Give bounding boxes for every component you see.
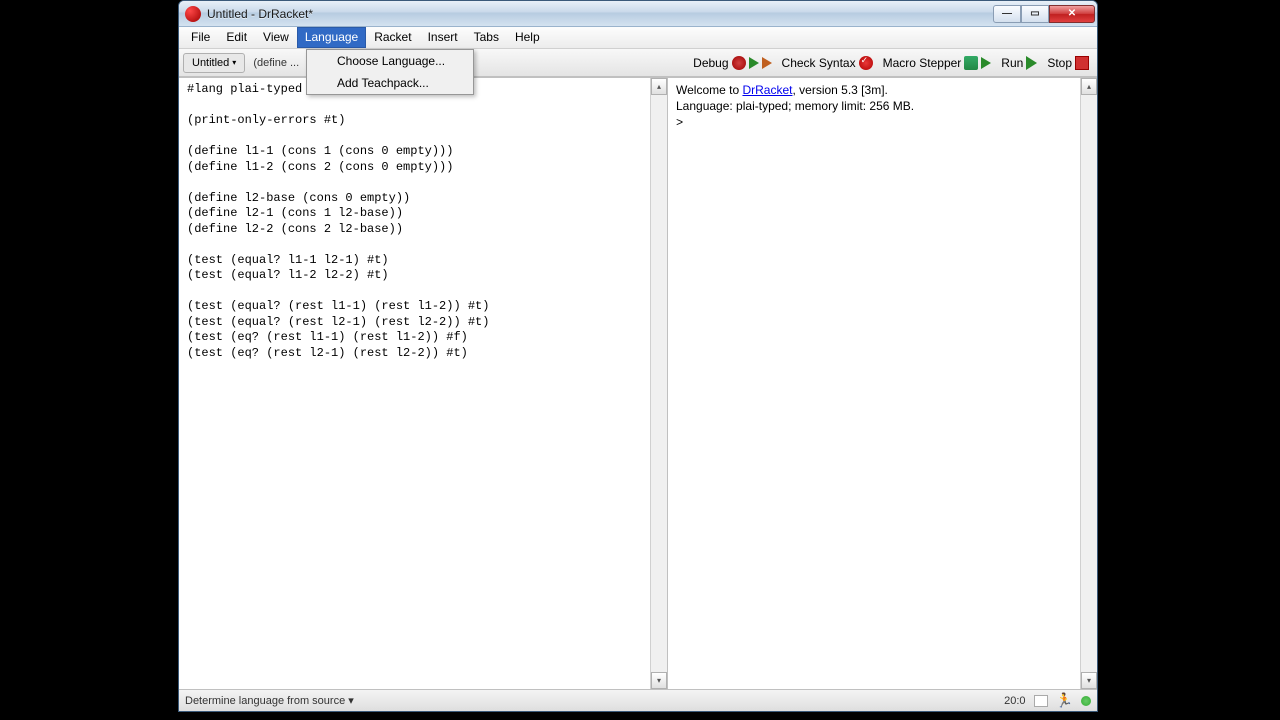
caret-down-icon: ▾ — [348, 694, 354, 707]
definitions-pane[interactable]: #lang plai-typed (print-only-errors #t) … — [179, 78, 667, 689]
gc-indicator-icon[interactable] — [1081, 696, 1091, 706]
macro-play-icon — [981, 57, 991, 69]
language-line: Language: plai-typed; memory limit: 256 … — [676, 99, 914, 113]
definitions-scrollbar[interactable]: ▴ ▾ — [650, 78, 667, 689]
language-chooser[interactable]: Determine language from source ▾ — [185, 694, 354, 707]
debug-step-icon — [762, 57, 772, 69]
check-syntax-button[interactable]: Check Syntax — [778, 54, 877, 72]
choose-language-item[interactable]: Choose Language... — [307, 50, 473, 72]
menu-view[interactable]: View — [255, 27, 297, 48]
menu-edit[interactable]: Edit — [218, 27, 255, 48]
menubar: File Edit View Language Racket Insert Ta… — [179, 27, 1097, 49]
menu-tabs[interactable]: Tabs — [466, 27, 507, 48]
app-window: Untitled - DrRacket* — ▭ ✕ File Edit Vie… — [178, 0, 1098, 712]
stop-icon — [1075, 56, 1089, 70]
file-tab-label: Untitled — [192, 57, 229, 69]
macro-stepper-icon — [964, 56, 978, 70]
scroll-up-icon[interactable]: ▴ — [651, 78, 667, 95]
content-area: #lang plai-typed (print-only-errors #t) … — [179, 77, 1097, 689]
interactions-pane[interactable]: Welcome to DrRacket, version 5.3 [3m]. L… — [667, 78, 1097, 689]
run-label: Run — [1001, 56, 1023, 70]
run-icon — [1026, 56, 1037, 70]
scroll-down-icon[interactable]: ▾ — [651, 672, 667, 689]
interactions-scrollbar[interactable]: ▴ ▾ — [1080, 78, 1097, 689]
running-man-icon: 🏃 — [1056, 692, 1073, 709]
minimize-button[interactable]: — — [993, 5, 1021, 23]
status-language-label: Determine language from source — [185, 695, 345, 707]
menu-insert[interactable]: Insert — [420, 27, 466, 48]
menu-file[interactable]: File — [183, 27, 218, 48]
repl-output[interactable]: Welcome to DrRacket, version 5.3 [3m]. L… — [668, 78, 1097, 135]
scroll-up-icon[interactable]: ▴ — [1081, 78, 1097, 95]
scroll-down-icon[interactable]: ▾ — [1081, 672, 1097, 689]
drracket-link[interactable]: DrRacket — [742, 83, 792, 97]
statusbar: Determine language from source ▾ 20:0 🏃 — [179, 689, 1097, 711]
window-controls: — ▭ ✕ — [993, 5, 1095, 23]
check-syntax-label: Check Syntax — [782, 56, 856, 70]
debug-icon — [732, 56, 746, 70]
menu-help[interactable]: Help — [507, 27, 548, 48]
close-button[interactable]: ✕ — [1049, 5, 1095, 23]
debug-play-icon — [749, 57, 759, 69]
app-icon — [185, 6, 201, 22]
check-syntax-icon — [859, 56, 873, 70]
cursor-position: 20:0 — [1004, 695, 1025, 707]
debug-label: Debug — [693, 56, 728, 70]
welcome-prefix: Welcome to — [676, 83, 742, 97]
macro-stepper-button[interactable]: Macro Stepper — [879, 54, 996, 72]
welcome-suffix: , version 5.3 [3m]. — [792, 83, 887, 97]
run-button[interactable]: Run — [997, 54, 1041, 72]
window-title: Untitled - DrRacket* — [207, 7, 993, 21]
add-teachpack-item[interactable]: Add Teachpack... — [307, 72, 473, 94]
caret-down-icon: ▾ — [232, 58, 236, 67]
code-editor[interactable]: #lang plai-typed (print-only-errors #t) … — [179, 78, 667, 365]
file-tab[interactable]: Untitled ▾ — [183, 53, 245, 73]
titlebar[interactable]: Untitled - DrRacket* — ▭ ✕ — [179, 1, 1097, 27]
stop-label: Stop — [1047, 56, 1072, 70]
debug-button[interactable]: Debug — [689, 54, 775, 72]
stop-button[interactable]: Stop — [1043, 54, 1093, 72]
notification-box-icon[interactable] — [1034, 695, 1048, 707]
macro-stepper-label: Macro Stepper — [883, 56, 962, 70]
menu-language[interactable]: Language — [297, 27, 366, 48]
menu-racket[interactable]: Racket — [366, 27, 419, 48]
maximize-button[interactable]: ▭ — [1021, 5, 1049, 23]
repl-prompt[interactable]: > — [676, 116, 683, 130]
definition-path[interactable]: (define ... — [247, 54, 305, 72]
language-menu-dropdown: Choose Language... Add Teachpack... — [306, 49, 474, 95]
